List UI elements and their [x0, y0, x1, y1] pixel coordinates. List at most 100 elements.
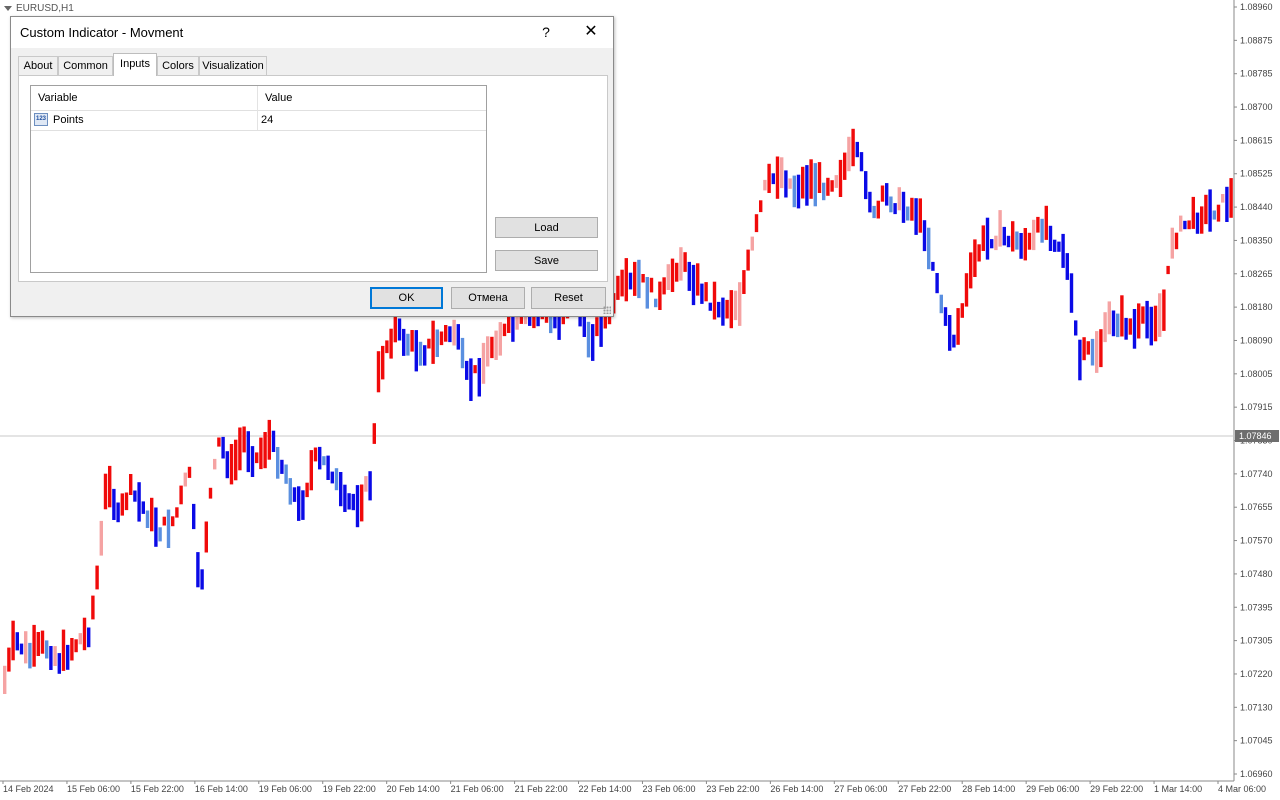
- indicator-bar: [452, 319, 456, 346]
- indicator-bar: [498, 322, 502, 356]
- price-label: 1.08875: [1240, 35, 1273, 45]
- time-label: 23 Feb 22:00: [706, 784, 759, 794]
- indicator-bar: [24, 631, 28, 664]
- indicator-bar: [1027, 232, 1032, 250]
- indicator-bar: [1006, 235, 1011, 248]
- indicator-bar: [910, 197, 914, 221]
- indicator-bar: [129, 474, 133, 495]
- close-button[interactable]: ✕: [580, 22, 602, 42]
- indicator-bar: [318, 446, 322, 470]
- chart-menu-triangle-icon[interactable]: [4, 5, 12, 11]
- indicator-bar: [145, 510, 150, 528]
- indicator-bar: [1221, 194, 1225, 203]
- indicator-bar: [45, 640, 49, 659]
- chart-symbol-title: EURUSD,H1: [4, 3, 74, 14]
- indicator-bar: [124, 492, 129, 511]
- indicator-bar: [1216, 204, 1221, 222]
- load-button[interactable]: Load: [495, 217, 598, 238]
- param-name: Points: [53, 114, 84, 126]
- indicator-bar: [1111, 310, 1116, 337]
- param-value[interactable]: 24: [261, 110, 273, 130]
- time-label: 16 Feb 14:00: [195, 784, 248, 794]
- indicator-bar: [847, 136, 851, 172]
- tab-visualization[interactable]: Visualization: [199, 56, 267, 75]
- custom-indicator-dialog: Custom Indicator - Movment ? ✕ About Com…: [10, 16, 614, 317]
- current-price-label: 1.07846: [1239, 431, 1272, 441]
- indicator-bar: [229, 444, 234, 485]
- indicator-bar: [759, 200, 763, 213]
- indicator-bar: [166, 509, 171, 548]
- price-label: 1.07570: [1240, 536, 1273, 546]
- indicator-bar: [948, 315, 952, 351]
- indicator-bar: [465, 360, 469, 380]
- indicator-bar: [61, 629, 66, 671]
- indicator-bar: [1040, 218, 1044, 243]
- indicator-bar: [628, 272, 633, 290]
- tab-about[interactable]: About: [18, 56, 58, 75]
- indicator-bar: [200, 569, 204, 590]
- indicator-bar: [431, 320, 435, 364]
- indicator-bar: [57, 653, 61, 674]
- indicator-bar: [414, 330, 418, 372]
- reset-button[interactable]: Reset: [531, 287, 606, 309]
- price-label: 1.08700: [1240, 102, 1273, 112]
- indicator-bar: [276, 447, 280, 479]
- indicator-bar: [1132, 309, 1137, 349]
- indicator-bar: [725, 299, 729, 319]
- indicator-bar: [809, 159, 813, 199]
- indicator-bar: [838, 159, 843, 197]
- time-label: 22 Feb 14:00: [579, 784, 632, 794]
- dialog-titlebar[interactable]: Custom Indicator - Movment ? ✕: [11, 17, 613, 48]
- indicator-bar: [158, 527, 162, 542]
- save-button[interactable]: Save: [495, 250, 598, 271]
- indicator-bar: [3, 665, 7, 694]
- indicator-bar: [679, 247, 683, 281]
- indicator-bar: [1044, 205, 1048, 240]
- indicator-bar: [99, 520, 103, 556]
- column-header-value[interactable]: Value: [258, 86, 486, 110]
- indicator-bar: [204, 521, 208, 553]
- price-label: 1.07045: [1240, 736, 1273, 746]
- ok-button[interactable]: OK: [370, 287, 443, 309]
- help-button[interactable]: ?: [536, 22, 556, 42]
- tab-inputs[interactable]: Inputs: [113, 53, 157, 76]
- indicator-bar: [1212, 210, 1216, 220]
- indicator-bar: [1229, 178, 1233, 218]
- price-label: 1.08350: [1240, 235, 1273, 245]
- table-row[interactable]: 123 Points 24: [31, 110, 486, 131]
- indicator-bar: [985, 217, 990, 260]
- cancel-button[interactable]: Отмена: [451, 287, 525, 309]
- indicator-bar: [1170, 227, 1174, 259]
- indicator-bar: [162, 516, 166, 526]
- time-label: 21 Feb 22:00: [515, 784, 568, 794]
- column-header-variable[interactable]: Variable: [31, 86, 257, 110]
- indicator-bar: [70, 638, 74, 661]
- indicator-bar: [977, 244, 981, 262]
- indicator-bar: [1162, 289, 1166, 331]
- indicator-bar: [872, 205, 876, 219]
- indicator-bar: [74, 639, 78, 653]
- indicator-bar: [1048, 225, 1053, 251]
- indicator-bar: [889, 196, 893, 213]
- indicator-bar: [906, 206, 910, 221]
- indicator-bar: [381, 345, 385, 380]
- indicator-bar: [103, 473, 108, 510]
- resize-grip-icon[interactable]: [603, 306, 611, 314]
- price-label: 1.08615: [1240, 135, 1273, 145]
- price-label: 1.08005: [1240, 369, 1273, 379]
- price-label: 1.08785: [1240, 69, 1273, 79]
- indicator-bar: [368, 471, 372, 501]
- indicator-bar: [733, 290, 738, 321]
- indicator-bar: [935, 273, 939, 294]
- indicator-bar: [691, 264, 696, 306]
- indicator-bar: [637, 259, 641, 299]
- tab-colors[interactable]: Colors: [157, 56, 199, 75]
- indicator-bar: [154, 507, 158, 547]
- indicator-bar: [418, 341, 423, 366]
- tab-common[interactable]: Common: [58, 56, 113, 75]
- time-label: 29 Feb 22:00: [1090, 784, 1143, 794]
- indicator-bar: [448, 326, 452, 343]
- time-label: 27 Feb 06:00: [834, 784, 887, 794]
- time-label: 26 Feb 14:00: [770, 784, 823, 794]
- indicator-bar: [712, 281, 717, 320]
